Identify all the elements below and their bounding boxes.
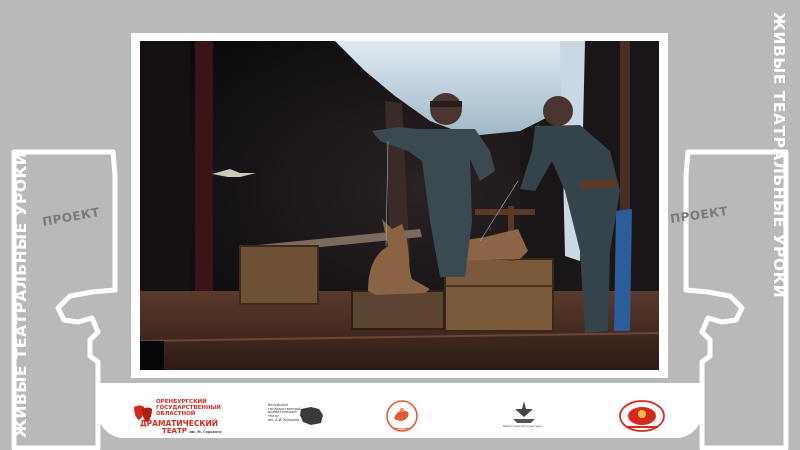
project-title-left: ЖИВЫЕ ТЕАТРАЛЬНЫЕ УРОКИ: [12, 151, 30, 438]
page: ЖИВЫЕ ТЕАТРАЛЬНЫЕ УРОКИ ПРОЕКТ ЖИВЫЕ ТЕА…: [0, 0, 800, 450]
logo-ministry-of-culture: Министерство культуры: [503, 383, 543, 438]
logo-round-theatre-emblem: [380, 383, 426, 438]
orenburg-line6: им. М. Горького: [189, 430, 222, 434]
kuprin-line5: им. А.И. Куприна: [268, 417, 300, 422]
project-title-right: ЖИВЫЕ ТЕАТРАЛЬНЫЕ УРОКИ: [770, 12, 788, 299]
puppet-theatre-emblem-icon: [619, 400, 665, 432]
partner-logo-strip: ОРЕНБУРГСКИЙ ГОСУДАРСТВЕННЫЙ ОБЛАСТНОЙ Д…: [98, 383, 702, 438]
ministry-caption: Министерство культуры: [503, 424, 542, 428]
round-emblem-icon: [386, 400, 418, 432]
logo-puppet-theatre: [618, 383, 668, 438]
ministry-emblem-icon: [513, 401, 535, 423]
region-map-icon: [300, 407, 323, 425]
stage-scene-illustration: [140, 41, 659, 370]
logo-orenburg-drama-theatre: ОРЕНБУРГСКИЙ ГОСУДАРСТВЕННЫЙ ОБЛАСТНОЙ Д…: [132, 383, 252, 438]
photo-frame: [131, 33, 668, 378]
logo-kuprin-theatre: Валуйский государственный драматический …: [268, 383, 358, 438]
stage-photo: [140, 41, 659, 370]
orenburg-line5: ТЕАТР: [162, 427, 187, 435]
orenburg-line3: ОБЛАСТНОЙ: [156, 410, 196, 417]
